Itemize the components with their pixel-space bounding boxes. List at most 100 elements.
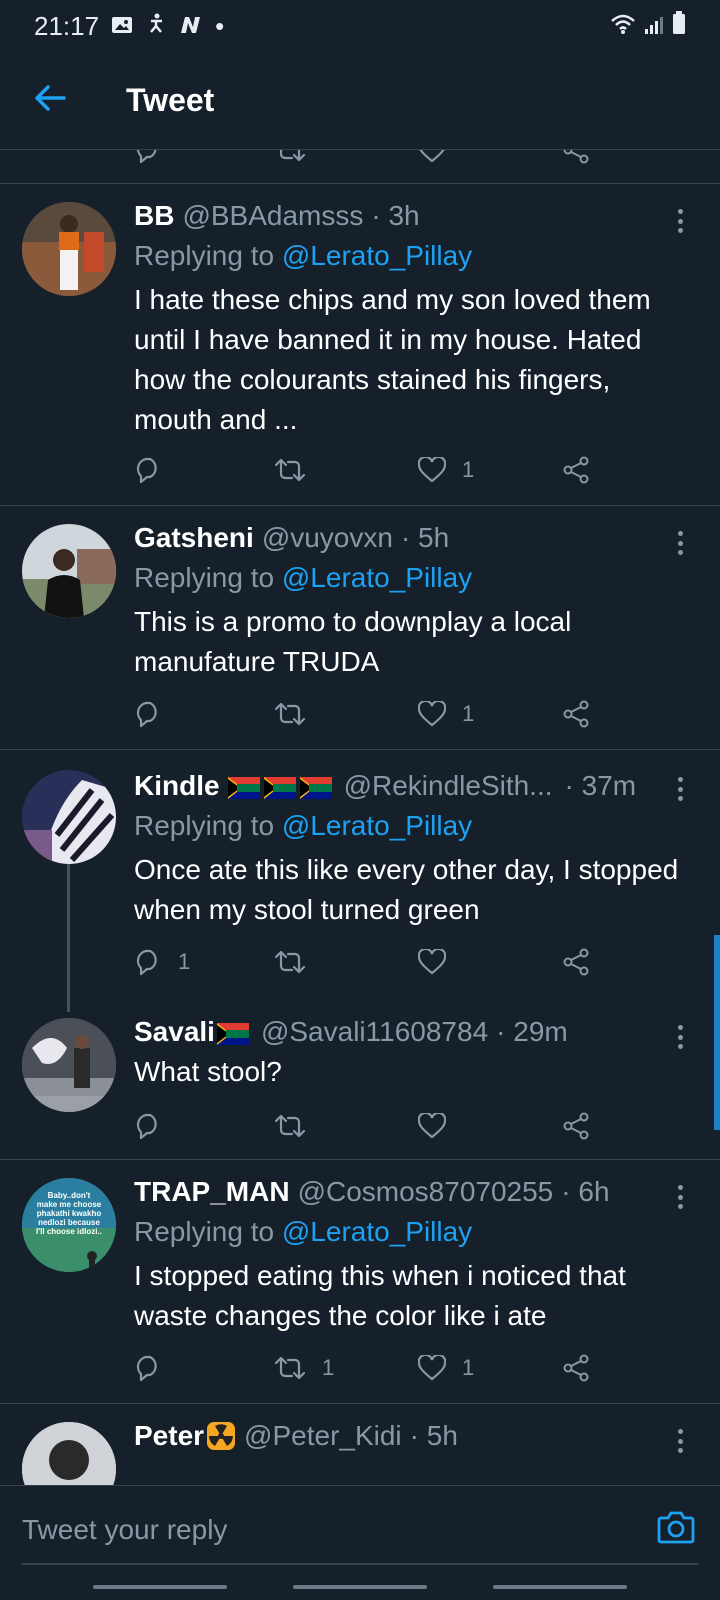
share-button[interactable] (562, 1348, 590, 1388)
replying-to-label: Replying to (134, 1216, 282, 1247)
timestamp: · 3h (371, 200, 420, 231)
camera-button[interactable] (654, 1508, 698, 1552)
user-handle[interactable]: @RekindleSith... (344, 770, 553, 802)
reply-button[interactable] (134, 450, 178, 490)
scrollbar[interactable] (714, 935, 720, 1130)
mention-link[interactable]: @Lerato_Pillay (282, 1216, 472, 1247)
display-name[interactable]: TRAP_MAN (134, 1176, 290, 1208)
more-options-button[interactable] (668, 1426, 692, 1456)
replying-to: Replying to @Lerato_Pillay (134, 562, 472, 594)
gallery-icon (111, 11, 133, 42)
share-button[interactable] (562, 150, 590, 170)
back-button[interactable] (0, 52, 100, 150)
south-africa-flag-icon (216, 1016, 253, 1048)
share-icon (563, 1354, 589, 1382)
replying-to: Replying to @Lerato_Pillay (134, 810, 472, 842)
retweet-button[interactable] (274, 1106, 322, 1146)
share-icon (563, 1112, 589, 1140)
retweet-icon (274, 458, 306, 482)
reply-bar (0, 1485, 720, 1573)
reply-tweet[interactable]: Gatsheni @vuyovxn · 5h Replying to @Lera… (0, 506, 720, 750)
avatar[interactable]: Baby..don't make me choose phakathi kwak… (22, 1178, 116, 1272)
user-handle[interactable]: @vuyovxn (262, 522, 393, 554)
mention-link[interactable]: @Lerato_Pillay (282, 810, 472, 841)
replies-feed[interactable]: BB @BBAdamsss · 3h Replying to @Lerato_P… (0, 150, 720, 1485)
retweet-button[interactable]: 1 (274, 1348, 334, 1388)
share-button[interactable] (562, 942, 590, 982)
like-count: 1 (462, 1355, 475, 1380)
reply-button[interactable]: 1 (134, 942, 190, 982)
like-icon (419, 150, 445, 163)
reply-input[interactable] (22, 1513, 654, 1546)
tweet-actions (134, 1106, 614, 1146)
avatar[interactable] (22, 1018, 116, 1112)
avatar[interactable] (22, 770, 116, 864)
user-handle[interactable]: @Peter_Kidi (244, 1420, 402, 1452)
camera-icon (657, 1510, 695, 1549)
retweet-button[interactable] (274, 450, 322, 490)
display-name[interactable]: Gatsheni (134, 522, 254, 554)
reply-icon (136, 457, 157, 484)
display-name[interactable]: Peter (134, 1420, 204, 1452)
more-options-button[interactable] (668, 774, 692, 804)
nav-back-button[interactable] (493, 1584, 627, 1589)
reply-input-underline (22, 1563, 698, 1565)
avatar-caption-line: make me choose (37, 1200, 102, 1209)
timestamp: · 37m (564, 770, 637, 801)
user-handle[interactable]: @BBAdamsss (182, 200, 363, 232)
user-handle[interactable]: @Savali11608784 (261, 1016, 488, 1048)
display-name[interactable]: BB (134, 200, 174, 232)
more-options-button[interactable] (668, 206, 692, 236)
like-button[interactable]: 1 (418, 450, 474, 490)
retweet-button[interactable] (274, 942, 322, 982)
reply-button[interactable] (134, 150, 162, 170)
retweet-icon (274, 702, 306, 726)
display-name[interactable]: Savali (134, 1016, 215, 1048)
share-icon (563, 456, 589, 484)
like-icon (418, 949, 446, 975)
like-button[interactable]: 1 (418, 694, 474, 734)
reply-tweet[interactable]: Peter @Peter_Kidi · 5h (0, 1404, 720, 1485)
status-bar: 21:17 • (0, 0, 720, 52)
retweet-icon (274, 950, 306, 974)
retweet-button[interactable] (274, 694, 322, 734)
reply-tweet[interactable]: BB @BBAdamsss · 3h Replying to @Lerato_P… (0, 184, 720, 506)
nav-recent-button[interactable] (93, 1584, 227, 1589)
reply-button[interactable] (134, 1348, 178, 1388)
share-button[interactable] (562, 1106, 590, 1146)
retweet-icon (274, 1114, 306, 1138)
like-button[interactable] (418, 150, 446, 170)
share-icon (563, 700, 589, 728)
reply-count: 1 (178, 949, 191, 974)
avatar[interactable] (22, 524, 116, 618)
mention-link[interactable]: @Lerato_Pillay (282, 240, 472, 271)
reply-tweet[interactable]: Baby..don't make me choose phakathi kwak… (0, 1160, 720, 1404)
like-button[interactable]: 1 (418, 1348, 474, 1388)
retweet-button[interactable] (274, 150, 306, 170)
avatar[interactable] (22, 202, 116, 296)
south-africa-flag-icon (299, 770, 336, 802)
mention-link[interactable]: @Lerato_Pillay (282, 562, 472, 593)
user-handle[interactable]: @Cosmos87070255 (298, 1176, 554, 1208)
reply-button[interactable] (134, 694, 178, 734)
like-button[interactable] (418, 942, 462, 982)
replying-to-label: Replying to (134, 810, 282, 841)
timestamp: · 29m (496, 1016, 568, 1047)
avatar[interactable] (22, 1422, 116, 1485)
display-name[interactable]: Kindle (134, 770, 220, 802)
replying-to-label: Replying to (134, 562, 282, 593)
like-button[interactable] (418, 1106, 462, 1146)
reply-button[interactable] (134, 1106, 178, 1146)
more-options-button[interactable] (668, 1182, 692, 1212)
tweet-actions: 1 1 (134, 1348, 614, 1388)
more-options-button[interactable] (668, 1022, 692, 1052)
share-button[interactable] (562, 450, 590, 490)
radioactive-emoji-icon (206, 1421, 236, 1451)
nav-home-button[interactable] (293, 1584, 427, 1589)
more-options-button[interactable] (668, 528, 692, 558)
replying-to: Replying to @Lerato_Pillay (134, 240, 472, 272)
south-africa-flag-icon (263, 770, 300, 802)
share-button[interactable] (562, 694, 590, 734)
retweet-icon (274, 1356, 306, 1380)
replying-to: Replying to @Lerato_Pillay (134, 1216, 472, 1248)
